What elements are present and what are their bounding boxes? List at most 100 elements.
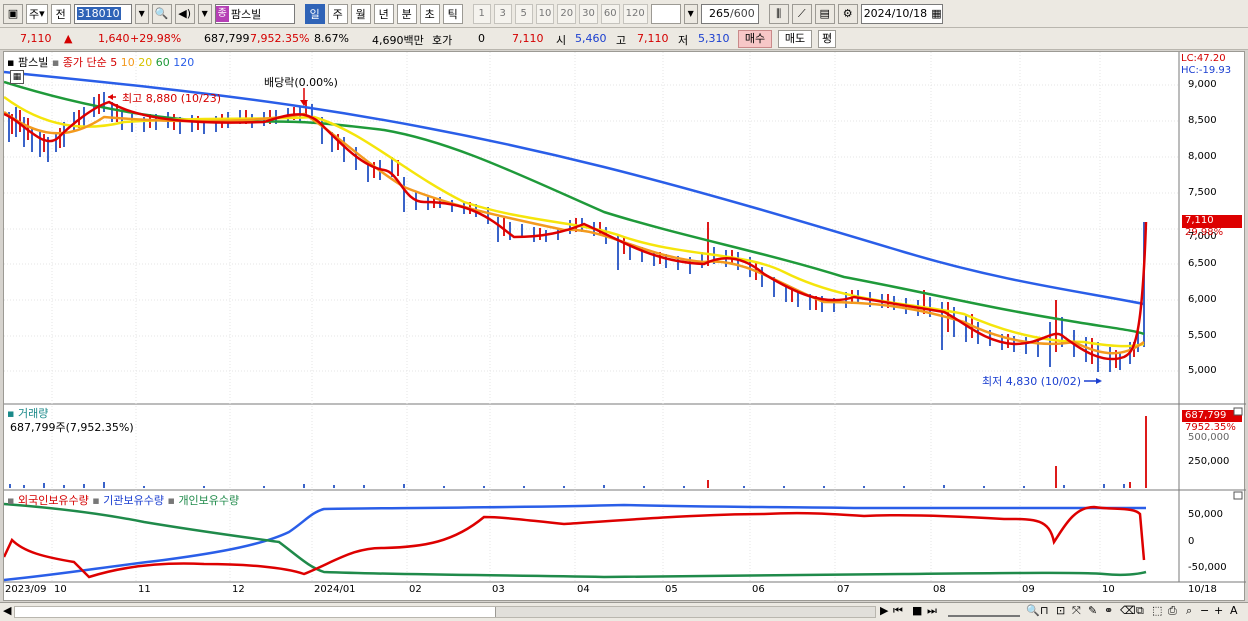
x-label-07: 07: [837, 584, 850, 595]
period-second[interactable]: 초: [419, 3, 440, 24]
date-input[interactable]: 2024/10/18 ▦: [860, 3, 943, 24]
vol-y-tick-250k: 250,000: [1188, 456, 1230, 467]
x-label-10b: 10: [1102, 584, 1115, 595]
period-year[interactable]: 년: [373, 3, 394, 24]
period-month[interactable]: 월: [350, 3, 371, 24]
y-tick-5500: 5,500: [1188, 330, 1217, 341]
x-label-2024-01: 2024/01: [314, 584, 356, 595]
interval-60[interactable]: 60: [600, 3, 620, 24]
foreign-line: [4, 505, 1146, 579]
zoom-slider[interactable]: [948, 607, 1020, 617]
interval-dropdown[interactable]: ▼: [683, 3, 698, 24]
period-day[interactable]: 일: [304, 3, 325, 24]
stock-code-input[interactable]: 318010: [73, 3, 132, 24]
x-label-04: 04: [577, 584, 590, 595]
stop-icon[interactable]: ■: [912, 604, 922, 617]
line-tool-icon[interactable]: ⟋: [791, 3, 812, 24]
market-select[interactable]: 주 ▾: [26, 3, 48, 24]
high-annotation: 최고 8,880 (10/23): [122, 92, 222, 105]
x-last-date: 10/18: [1188, 584, 1217, 595]
scrollbar-thumb[interactable]: [495, 607, 875, 617]
table-icon[interactable]: ▦: [10, 70, 24, 84]
chart-area[interactable]: ▪ 팜스빌 ▪ 종가 단순 5 10 20 60 120 ▦ 최고 8,880 …: [3, 51, 1246, 601]
history-dropdown[interactable]: ▼: [197, 3, 212, 24]
zoom-search-icon[interactable]: 🔍: [1026, 604, 1040, 617]
buy-button[interactable]: 매수: [738, 30, 772, 48]
prev-button[interactable]: 전: [50, 3, 71, 24]
window-icon[interactable]: ▣: [3, 3, 23, 24]
text-icon[interactable]: A: [1230, 604, 1238, 617]
zoom-reset-icon[interactable]: ⌕: [1186, 604, 1192, 618]
stock-type-badge: 종: [215, 5, 229, 22]
interval-5[interactable]: 5: [514, 3, 533, 24]
x-label-05: 05: [665, 584, 678, 595]
interval-10[interactable]: 10: [535, 3, 555, 24]
period-week[interactable]: 주: [327, 3, 348, 24]
open-price: 5,460: [575, 32, 607, 45]
x-label-12: 12: [232, 584, 245, 595]
period-minute[interactable]: 분: [396, 3, 417, 24]
zoom-in-icon[interactable]: +: [1214, 604, 1223, 617]
calendar-icon[interactable]: ▦: [931, 7, 941, 20]
code-dropdown[interactable]: ▼: [134, 3, 149, 24]
count-field[interactable]: 265/600: [700, 3, 759, 24]
hoga-label: 호가: [432, 34, 453, 47]
period-tick[interactable]: 틱: [442, 3, 463, 24]
turnover-rate: 8.67%: [314, 32, 349, 45]
save-icon[interactable]: ▤: [814, 3, 835, 24]
low-annotation: 최저 4,830 (10/02): [982, 375, 1082, 388]
high-price: 7,110: [637, 32, 669, 45]
search-icon[interactable]: 🔍: [151, 3, 172, 24]
copy-icon[interactable]: ⧉: [1136, 604, 1144, 618]
volume-tag: 687,799: [1185, 410, 1227, 421]
rewind-icon[interactable]: ⏮: [893, 604, 903, 618]
scroll-left-icon[interactable]: ◀: [3, 604, 11, 617]
magnet-icon[interactable]: ⊓: [1040, 604, 1049, 617]
gear-icon[interactable]: ⚙: [837, 3, 858, 24]
x-label-03: 03: [492, 584, 505, 595]
print-icon[interactable]: ⎙: [1168, 604, 1177, 618]
interval-30[interactable]: 30: [579, 3, 598, 24]
chart-icon[interactable]: ⬚: [1152, 604, 1162, 617]
up-arrow-icon: ▲: [64, 32, 73, 45]
scrollbar[interactable]: [14, 606, 876, 618]
y-tick-5000: 5,000: [1188, 365, 1217, 376]
cross-icon[interactable]: ⤧: [1072, 604, 1081, 618]
zoom-out-icon[interactable]: −: [1200, 604, 1209, 617]
hold-y-tick-50000: 50,000: [1188, 509, 1223, 520]
y-tick-7500: 7,500: [1188, 187, 1217, 198]
price-panel-title: ▪ 팜스빌 ▪ 종가 단순 5 10 20 60 120: [7, 56, 195, 69]
sell-button[interactable]: 매도: [778, 30, 812, 48]
ma20-line: [4, 95, 1145, 348]
ma120-line: [4, 70, 1145, 306]
scale-icon[interactable]: ⊡: [1056, 604, 1065, 617]
speaker-icon[interactable]: ◀): [174, 3, 195, 24]
hoga-price: 7,110: [512, 32, 544, 45]
average-button[interactable]: 평: [818, 30, 836, 48]
stock-name-field[interactable]: 종 팜스빌: [214, 3, 295, 24]
interval-3[interactable]: 3: [493, 3, 512, 24]
scroll-right-icon[interactable]: ▶: [880, 604, 888, 617]
y-tick-6000: 6,000: [1188, 294, 1217, 305]
quote-bar: 7,110 ▲ 1,640 +29.98% 687,799 7,952.35% …: [0, 28, 1248, 50]
play-icon[interactable]: ⏭: [927, 604, 937, 618]
volume-pct: 7,952.35%: [250, 32, 310, 45]
volume-panel-close-icon[interactable]: [1233, 407, 1243, 416]
interval-20[interactable]: 20: [557, 3, 577, 24]
price-tag: 7,110: [1185, 215, 1214, 226]
candle-icon[interactable]: ⫼: [768, 3, 789, 24]
interval-custom-input[interactable]: [650, 3, 681, 24]
holdings-panel-close-icon[interactable]: [1233, 491, 1243, 500]
interval-1[interactable]: 1: [472, 3, 491, 24]
toolbar: ▣ 주 ▾ 전 318010 ▼ 🔍 ◀) ▼ 종 팜스빌 일 주 월 년 분 초 …: [0, 0, 1248, 28]
interval-120[interactable]: 120: [622, 3, 648, 24]
trade-amount: 4,690백만: [372, 34, 424, 47]
high-arrowhead: [108, 94, 113, 100]
chart-svg: [4, 52, 1246, 583]
link-icon[interactable]: ⚭: [1104, 604, 1113, 617]
price-tag-pct: 29.98%: [1185, 227, 1224, 238]
hold-y-tick-0: 0: [1188, 536, 1195, 547]
erase-icon[interactable]: ⌫: [1120, 604, 1136, 617]
low-price: 5,310: [698, 32, 730, 45]
draw-icon[interactable]: ✎: [1088, 604, 1097, 617]
